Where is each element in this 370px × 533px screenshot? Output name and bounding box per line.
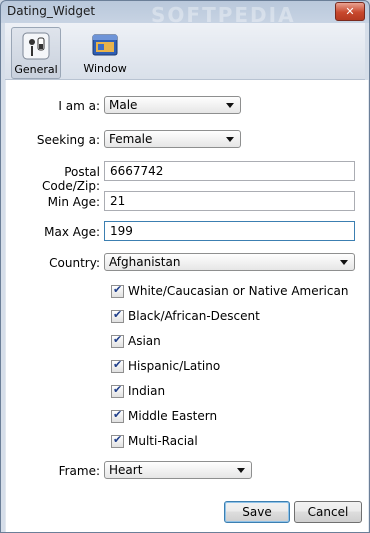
chevron-down-icon xyxy=(226,137,234,142)
i-am-select[interactable]: Male xyxy=(104,96,241,114)
checkbox-label: Hispanic/Latino xyxy=(128,359,221,373)
close-icon: ✕ xyxy=(345,5,355,18)
country-label: Country: xyxy=(49,256,100,270)
seeking-label: Seeking a: xyxy=(36,133,100,147)
checkbox[interactable]: ✔ xyxy=(111,308,124,323)
min-age-label: Min Age: xyxy=(47,195,100,209)
chevron-down-icon xyxy=(237,468,245,473)
postal-code-label: Postal Code/Zip: xyxy=(42,165,100,193)
max-age-field[interactable]: 199 xyxy=(104,221,355,241)
checkbox[interactable]: ✔ xyxy=(111,283,124,298)
i-am-value: Male xyxy=(109,98,138,112)
checkbox-label: White/Caucasian or Native American xyxy=(128,284,349,298)
seeking-select[interactable]: Female xyxy=(104,130,241,148)
tab-window-label: Window xyxy=(83,62,127,75)
checkbox[interactable]: ✔ xyxy=(111,358,124,373)
checkbox[interactable]: ✔ xyxy=(111,408,124,423)
checkbox-label: Black/African-Descent xyxy=(128,309,260,323)
i-am-label: I am a: xyxy=(58,99,100,113)
check-icon: ✔ xyxy=(113,333,123,346)
chevron-down-icon xyxy=(226,103,234,108)
settings-switches-icon xyxy=(22,32,50,60)
settings-panel: I am a: Male Seeking a: Female Postal Co… xyxy=(5,80,369,532)
checkbox[interactable]: ✔ xyxy=(111,333,124,348)
chevron-down-icon xyxy=(340,260,348,265)
tab-general[interactable]: General xyxy=(11,27,61,79)
check-icon: ✔ xyxy=(113,283,123,296)
toolbar: General Window xyxy=(5,23,365,80)
tab-window[interactable]: Window xyxy=(77,27,133,77)
window-title: Dating_Widget xyxy=(7,4,96,18)
checkbox-label: Indian xyxy=(128,384,166,398)
checkbox-label: Multi-Racial xyxy=(128,434,198,448)
checkbox-label: Middle Eastern xyxy=(128,409,218,423)
checkbox[interactable]: ✔ xyxy=(111,433,124,448)
country-value: Afghanistan xyxy=(109,255,181,269)
cancel-button[interactable]: Cancel xyxy=(294,501,362,523)
checkbox[interactable]: ✔ xyxy=(111,383,124,398)
check-icon: ✔ xyxy=(113,308,123,321)
min-age-field[interactable]: 21 xyxy=(104,191,355,211)
seeking-value: Female xyxy=(109,132,153,146)
title-bar[interactable]: Dating_Widget SOFTPEDIA ✕ xyxy=(1,1,369,27)
country-select[interactable]: Afghanistan xyxy=(104,253,355,271)
checkbox-label: Asian xyxy=(128,334,161,348)
check-icon: ✔ xyxy=(113,433,123,446)
settings-window: Dating_Widget SOFTPEDIA ✕ General Window… xyxy=(0,0,370,533)
frame-value: Heart xyxy=(109,463,143,477)
check-icon: ✔ xyxy=(113,408,123,421)
postal-code-field[interactable]: 6667742 xyxy=(104,161,355,181)
window-icon xyxy=(92,34,118,56)
save-button[interactable]: Save xyxy=(224,501,290,523)
check-icon: ✔ xyxy=(113,358,123,371)
close-button[interactable]: ✕ xyxy=(335,2,365,21)
frame-label: Frame: xyxy=(58,464,100,478)
frame-select[interactable]: Heart xyxy=(104,461,252,479)
check-icon: ✔ xyxy=(113,383,123,396)
max-age-label: Max Age: xyxy=(44,225,100,239)
tab-general-label: General xyxy=(14,63,58,76)
